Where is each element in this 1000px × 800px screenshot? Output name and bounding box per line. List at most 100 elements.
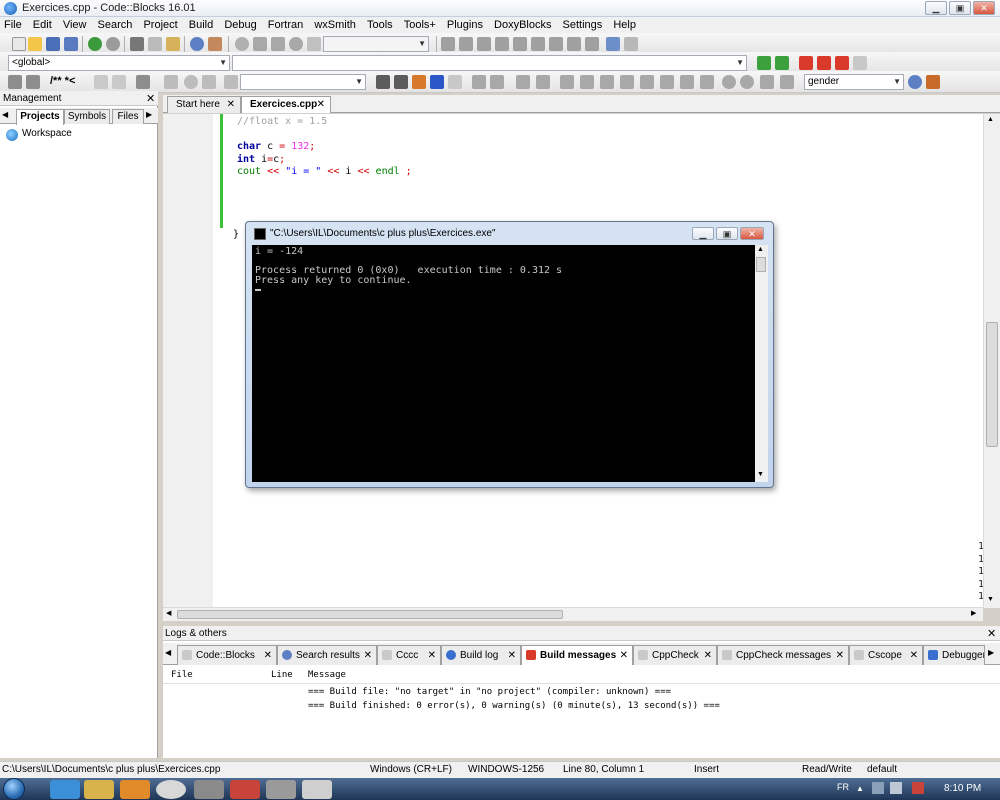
symbol-search-input[interactable]: gender ▼ (804, 74, 904, 90)
console-output[interactable]: i = -124 Process returned 0 (0x0) execut… (252, 245, 760, 482)
search-prev-icon[interactable] (376, 75, 390, 89)
clock[interactable]: 8:10 PM (944, 783, 981, 794)
build-message-row[interactable]: === Build finished: 0 error(s), 0 warnin… (308, 701, 720, 711)
menu-project[interactable]: Project (139, 17, 181, 33)
layout-4-icon[interactable] (620, 75, 634, 89)
symbol-settings-icon[interactable] (926, 75, 940, 89)
tab-build-log[interactable]: Build log ✕ (441, 645, 521, 665)
layout-7-icon[interactable] (680, 75, 694, 89)
network-icon[interactable] (872, 782, 884, 794)
cursor-icon[interactable] (490, 75, 504, 89)
replace-icon[interactable] (208, 37, 222, 51)
tab-start-here[interactable]: Start here ✕ (167, 96, 241, 113)
toggle-breakpoint-icon[interactable] (184, 75, 198, 89)
close-button[interactable]: ✕ (973, 1, 995, 15)
tab-cscope[interactable]: Cscope ✕ (849, 645, 923, 665)
various-info-icon[interactable] (624, 37, 638, 51)
scope-select[interactable]: <global> ▼ (8, 55, 230, 71)
clear-bookmarks-icon[interactable] (853, 56, 867, 70)
symbol-find-icon[interactable] (908, 75, 922, 89)
zoom-out-icon[interactable] (740, 75, 754, 89)
prev-bookmark-icon[interactable] (817, 56, 831, 70)
minimize-button[interactable]: ▁ (925, 1, 947, 15)
save-icon[interactable] (46, 37, 60, 51)
scroll-down-icon[interactable]: ▼ (987, 596, 994, 603)
flag-icon[interactable] (912, 782, 924, 794)
menu-wxsmith[interactable]: wxSmith (310, 17, 360, 33)
console-scrollbar[interactable]: ▲ ▼ (755, 245, 768, 482)
column-message[interactable]: Message (308, 670, 346, 680)
next-line-icon[interactable] (477, 37, 491, 51)
menu-edit[interactable]: Edit (29, 17, 56, 33)
jump-back-icon[interactable] (757, 56, 771, 70)
tab-projects[interactable]: Projects (16, 109, 64, 125)
wrench-icon[interactable] (136, 75, 150, 89)
cut-icon[interactable] (130, 37, 144, 51)
column-line[interactable]: Line (271, 670, 293, 680)
paste-icon[interactable] (166, 37, 180, 51)
menu-fortran[interactable]: Fortran (264, 17, 307, 33)
close-icon[interactable]: ✕ (987, 627, 996, 640)
build-target-select[interactable]: ▼ (323, 36, 429, 52)
scroll-right-icon[interactable]: ▶ (971, 609, 976, 617)
tab-scroll-right-icon[interactable]: ▶ (988, 648, 994, 657)
tab-cppcheck[interactable]: CppCheck ✕ (633, 645, 717, 665)
match-case-icon[interactable] (430, 75, 444, 89)
selection-icon[interactable] (472, 75, 486, 89)
jump-first-icon[interactable] (164, 75, 178, 89)
debug-start-icon[interactable] (441, 37, 455, 51)
menu-debug[interactable]: Debug (220, 17, 260, 33)
window-taskbar-icon[interactable] (302, 780, 332, 799)
build-gear-icon[interactable] (235, 37, 249, 51)
doxywizard-icon[interactable] (8, 75, 22, 89)
layout-1-icon[interactable] (560, 75, 574, 89)
tab-scroll-left-icon[interactable]: ◀ (165, 648, 171, 657)
tab-build-messages[interactable]: Build messages ✕ (521, 645, 633, 665)
console-scroll-thumb[interactable] (756, 257, 766, 272)
workspace-node[interactable]: Workspace (22, 128, 72, 139)
copy-icon[interactable] (148, 37, 162, 51)
maximize-button[interactable]: ▣ (949, 1, 971, 15)
menu-file[interactable]: File (0, 17, 26, 33)
tab-files[interactable]: Files (112, 109, 144, 124)
step-out-icon[interactable] (513, 37, 527, 51)
menu-doxyblocks[interactable]: DoxyBlocks (490, 17, 555, 33)
console-minimize-button[interactable]: ▁ (692, 227, 714, 240)
tab-cppcheck-messages[interactable]: CppCheck messages ✕ (717, 645, 849, 665)
s-icon[interactable] (760, 75, 774, 89)
tab-exercices-cpp[interactable]: Exercices.cpp ✕ (241, 96, 331, 113)
editor-vertical-scrollbar[interactable]: ▲ ▼ (983, 114, 1000, 608)
regex-icon[interactable] (448, 75, 462, 89)
tab-cccc[interactable]: Cccc ✕ (377, 645, 441, 665)
console-close-button[interactable]: ✕ (740, 227, 764, 240)
console-window[interactable]: "C:\Users\IL\Documents\c plus plus\Exerc… (245, 221, 774, 488)
zoom-in-icon[interactable] (722, 75, 736, 89)
tab-search-results[interactable]: Search results ✕ (277, 645, 377, 665)
media-player-taskbar-icon[interactable] (120, 780, 150, 799)
run-html-icon[interactable] (94, 75, 108, 89)
console-taskbar-icon[interactable] (266, 780, 296, 799)
rebuild-icon[interactable] (289, 37, 303, 51)
console-maximize-button[interactable]: ▣ (716, 227, 738, 240)
save-all-icon[interactable] (64, 37, 78, 51)
column-file[interactable]: File (171, 670, 193, 680)
redo-icon[interactable] (106, 37, 120, 51)
editor-horizontal-scrollbar[interactable]: ◀ ▶ (163, 607, 983, 621)
c-icon[interactable] (780, 75, 794, 89)
extract-docs-icon[interactable] (26, 75, 40, 89)
menu-help[interactable]: Help (609, 17, 640, 33)
function-select[interactable]: ▼ (232, 55, 747, 71)
tab-codeblocks[interactable]: Code::Blocks ✕ (177, 645, 277, 665)
explorer-taskbar-icon[interactable] (84, 780, 114, 799)
highlight-icon[interactable] (224, 75, 238, 89)
scroll-down-icon[interactable]: ▼ (757, 471, 764, 478)
layout-6-icon[interactable] (660, 75, 674, 89)
hscroll-thumb[interactable] (177, 610, 563, 619)
menu-build[interactable]: Build (185, 17, 217, 33)
app-taskbar-icon[interactable] (194, 780, 224, 799)
find-icon[interactable] (190, 37, 204, 51)
menu-plugins[interactable]: Plugins (443, 17, 487, 33)
doxy-comment-button[interactable]: /** *< (50, 75, 75, 87)
menu-tools[interactable]: Tools (363, 17, 397, 33)
menu-tools-plus[interactable]: Tools+ (400, 17, 440, 33)
